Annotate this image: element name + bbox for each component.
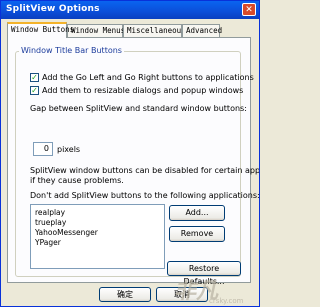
info-text-line1: SplitView window buttons can be disabled… (30, 166, 260, 175)
site-watermark-url: crsky.com (209, 297, 244, 305)
gap-label: Gap between SplitView and standard windo… (30, 104, 247, 113)
window-title: SplitView Options (6, 4, 100, 14)
options-dialog: SplitView Options ✕ Window Buttons Windo… (0, 0, 260, 307)
title-bar[interactable]: SplitView Options ✕ (1, 1, 259, 19)
list-item[interactable]: realplay (35, 208, 160, 218)
group-legend: Window Title Bar Buttons (19, 46, 124, 55)
ok-button[interactable]: 确定 (99, 287, 151, 302)
excluded-apps-list[interactable]: realplay trueplay YahooMessenger YPager (30, 204, 165, 269)
tab-advanced[interactable]: Advanced (182, 24, 222, 37)
gap-input[interactable]: 0 (33, 142, 53, 156)
add-button[interactable]: Add... (169, 205, 225, 221)
resizable-dialogs-label[interactable]: Add them to resizable dialogs and popup … (42, 86, 243, 95)
tab-window-buttons[interactable]: Window Buttons (7, 22, 74, 38)
go-buttons-label[interactable]: Add the Go Left and Go Right buttons to … (42, 73, 254, 82)
list-item[interactable]: trueplay (35, 218, 160, 228)
list-item[interactable]: YPager (35, 238, 160, 248)
tab-window-menus[interactable]: Window Menus (67, 24, 125, 37)
tab-miscellaneous[interactable]: Miscellaneous (123, 24, 186, 37)
gap-unit-label: pixels (57, 145, 81, 154)
info-text-line2: if they cause problems. (30, 176, 124, 185)
resizable-dialogs-checkbox[interactable]: ✓ (30, 86, 39, 95)
list-item[interactable]: YahooMessenger (35, 228, 160, 238)
go-buttons-checkbox[interactable]: ✓ (30, 73, 39, 82)
exclude-label: Don't add SplitView buttons to the follo… (30, 191, 260, 200)
close-icon[interactable]: ✕ (242, 3, 256, 16)
remove-button[interactable]: Remove (169, 226, 225, 242)
